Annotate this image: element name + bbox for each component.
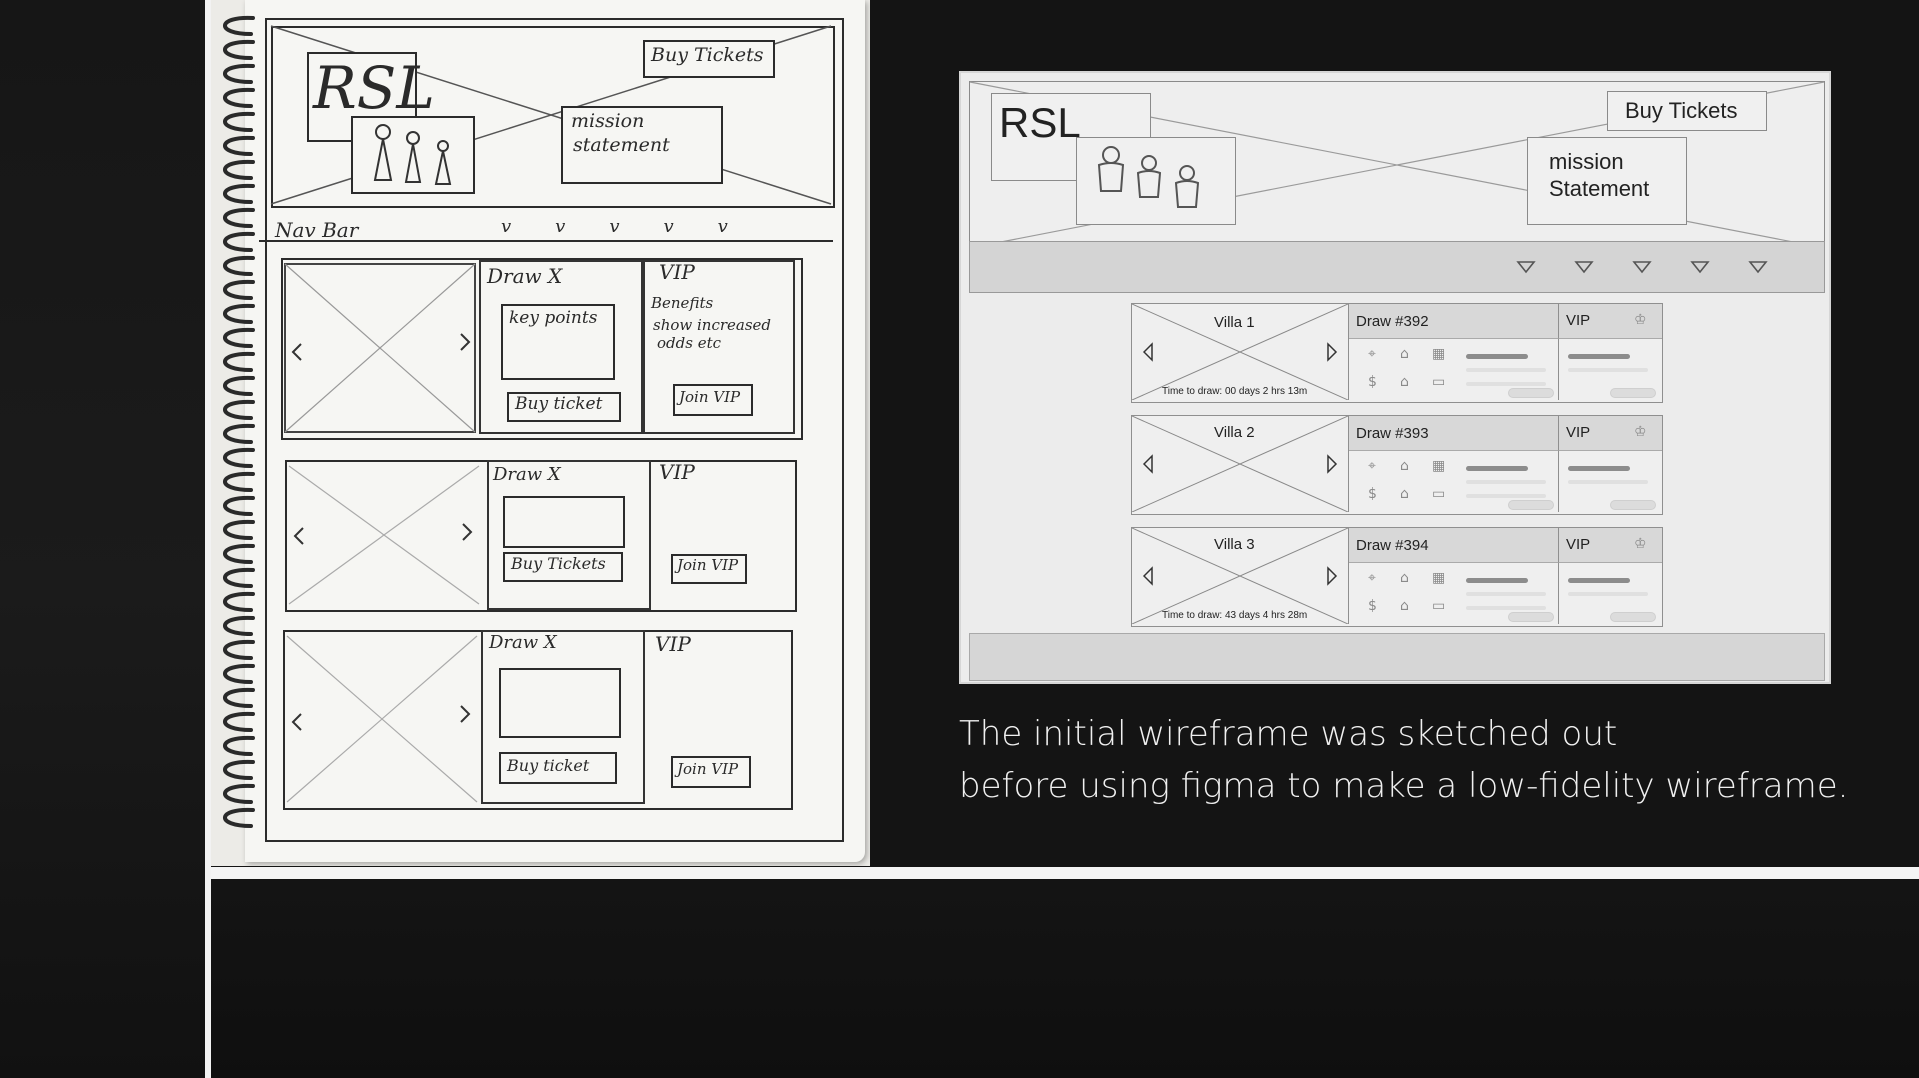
- sketch-card-3-grid: [499, 668, 621, 738]
- draw-timer: Time to draw: 43 days 4 hrs 28m: [1162, 610, 1308, 621]
- wireframe-mission-line2: Statement: [1549, 176, 1650, 201]
- caption-line-2: before using figma to make a low-fidelit…: [959, 766, 1849, 806]
- sketch-nav-underline: [259, 240, 833, 242]
- dollar-icon: $: [1368, 598, 1377, 614]
- people-icon: [373, 124, 452, 185]
- sketch-card-3-vip-title: VIP: [655, 632, 691, 656]
- sketch-card-2-join-label: Join VIP: [677, 556, 739, 574]
- sketch-card-1-vip-line1: Benefits: [651, 294, 714, 312]
- villa-row: Villa 1 Time to draw: 00 days 2 hrs 13m …: [1131, 303, 1663, 403]
- sketch-card-3-draw-title: Draw X: [489, 632, 557, 653]
- sketch-nav-chevrons: vvvvv: [501, 216, 772, 237]
- sketch-card-3-join-label: Join VIP: [677, 760, 739, 778]
- draw-buy-pill[interactable]: [1508, 388, 1554, 398]
- sofa-icon: ▭: [1432, 598, 1446, 614]
- building-icon: ▦: [1432, 346, 1446, 362]
- villa-title: Villa 3: [1214, 536, 1255, 553]
- pin-icon: ⌖: [1368, 458, 1376, 474]
- sketch-card-3-image: [286, 635, 478, 803]
- nav-chevrons: [1516, 261, 1768, 274]
- sketch-card-1-join-label: Join VIP: [679, 388, 741, 406]
- vip-title: VIP: [1566, 424, 1591, 441]
- house-icon: ⌂: [1400, 458, 1409, 474]
- vip-title: VIP: [1566, 536, 1591, 553]
- sketch-logo: RSL: [313, 54, 435, 122]
- people-icon: [1097, 146, 1200, 208]
- crown-icon: ♔: [1634, 312, 1647, 328]
- lock-icon: ⌂: [1400, 598, 1409, 614]
- vip-join-pill[interactable]: [1610, 612, 1656, 622]
- pin-icon: ⌖: [1368, 570, 1376, 586]
- sketch-card-2-image: [288, 465, 480, 605]
- draw-timer: Time to draw: 00 days 2 hrs 13m: [1162, 386, 1308, 397]
- dollar-icon: $: [1368, 374, 1377, 390]
- draw-title: Draw #392: [1356, 313, 1429, 330]
- sketch-photo: RSL Buy Tickets mission statement Nav Ba…: [211, 0, 870, 866]
- draw-title: Draw #394: [1356, 537, 1429, 554]
- sketch-card-3-buy-label: Buy ticket: [507, 756, 590, 775]
- villa-row: Villa 2 Draw #393 VIP ♔ ⌖ ⌂ ▦ $ ⌂ ▭: [1131, 415, 1663, 515]
- wireframe-logo: RSL: [999, 99, 1081, 146]
- house-icon: ⌂: [1400, 570, 1409, 586]
- wireframe-mission-line1: mission: [1549, 149, 1624, 174]
- sketch-card-2-vip-title: VIP: [659, 460, 695, 484]
- villa-title: Villa 1: [1214, 314, 1255, 331]
- sofa-icon: ▭: [1432, 374, 1446, 390]
- sketch-mission-line2: statement: [573, 134, 670, 156]
- left-background: [0, 0, 205, 1078]
- draw-buy-pill[interactable]: [1508, 612, 1554, 622]
- bottom-panel: [211, 879, 1919, 1078]
- sofa-icon: ▭: [1432, 486, 1446, 502]
- sketch-card-1-vip-line3: odds etc: [657, 334, 722, 352]
- lock-icon: ⌂: [1400, 374, 1409, 390]
- sketch-card-2-draw-title: Draw X: [493, 464, 561, 485]
- villa-title: Villa 2: [1214, 424, 1255, 441]
- pin-icon: ⌖: [1368, 346, 1376, 362]
- sketch-card-1-draw-title: Draw X: [487, 264, 563, 288]
- lock-icon: ⌂: [1400, 486, 1409, 502]
- sketch-card-2-buy-label: Buy Tickets: [511, 554, 606, 573]
- sketch-card-1-image: [284, 263, 476, 433]
- vip-title: VIP: [1566, 312, 1591, 329]
- sketch-card-1-vip-title: VIP: [659, 260, 695, 284]
- building-icon: ▦: [1432, 570, 1446, 586]
- wireframe-buy-label: Buy Tickets: [1625, 98, 1738, 123]
- wireframe-footer: [969, 633, 1825, 681]
- vip-join-pill[interactable]: [1610, 388, 1656, 398]
- draw-title: Draw #393: [1356, 425, 1429, 442]
- sketch-card-1-buy-label: Buy ticket: [515, 394, 603, 414]
- crown-icon: ♔: [1634, 536, 1647, 552]
- sketch-mission-line1: mission: [571, 110, 645, 132]
- house-icon: ⌂: [1400, 346, 1409, 362]
- sketch-buy-label: Buy Tickets: [651, 44, 764, 66]
- divider-horizontal: [211, 867, 1919, 879]
- spiral-binding: [223, 15, 255, 828]
- wireframe-nav-bar: [969, 241, 1825, 293]
- building-icon: ▦: [1432, 458, 1446, 474]
- sketch-card-1-key-points: key points: [509, 308, 598, 328]
- sketch-nav-label: Nav Bar: [275, 218, 359, 242]
- sketch-card-1-vip-line2: show increased: [653, 316, 772, 334]
- slide-caption: The initial wireframe was sketched out b…: [959, 708, 1848, 812]
- vip-join-pill[interactable]: [1610, 500, 1656, 510]
- draw-buy-pill[interactable]: [1508, 500, 1554, 510]
- crown-icon: ♔: [1634, 424, 1647, 440]
- dollar-icon: $: [1368, 486, 1377, 502]
- figma-wireframe: RSL Buy Tickets mission Statement Villa …: [959, 71, 1831, 684]
- caption-line-1: The initial wireframe was sketched out: [959, 714, 1618, 754]
- villa-row: Villa 3 Time to draw: 43 days 4 hrs 28m …: [1131, 527, 1663, 627]
- sketch-card-2-grid: [503, 496, 625, 548]
